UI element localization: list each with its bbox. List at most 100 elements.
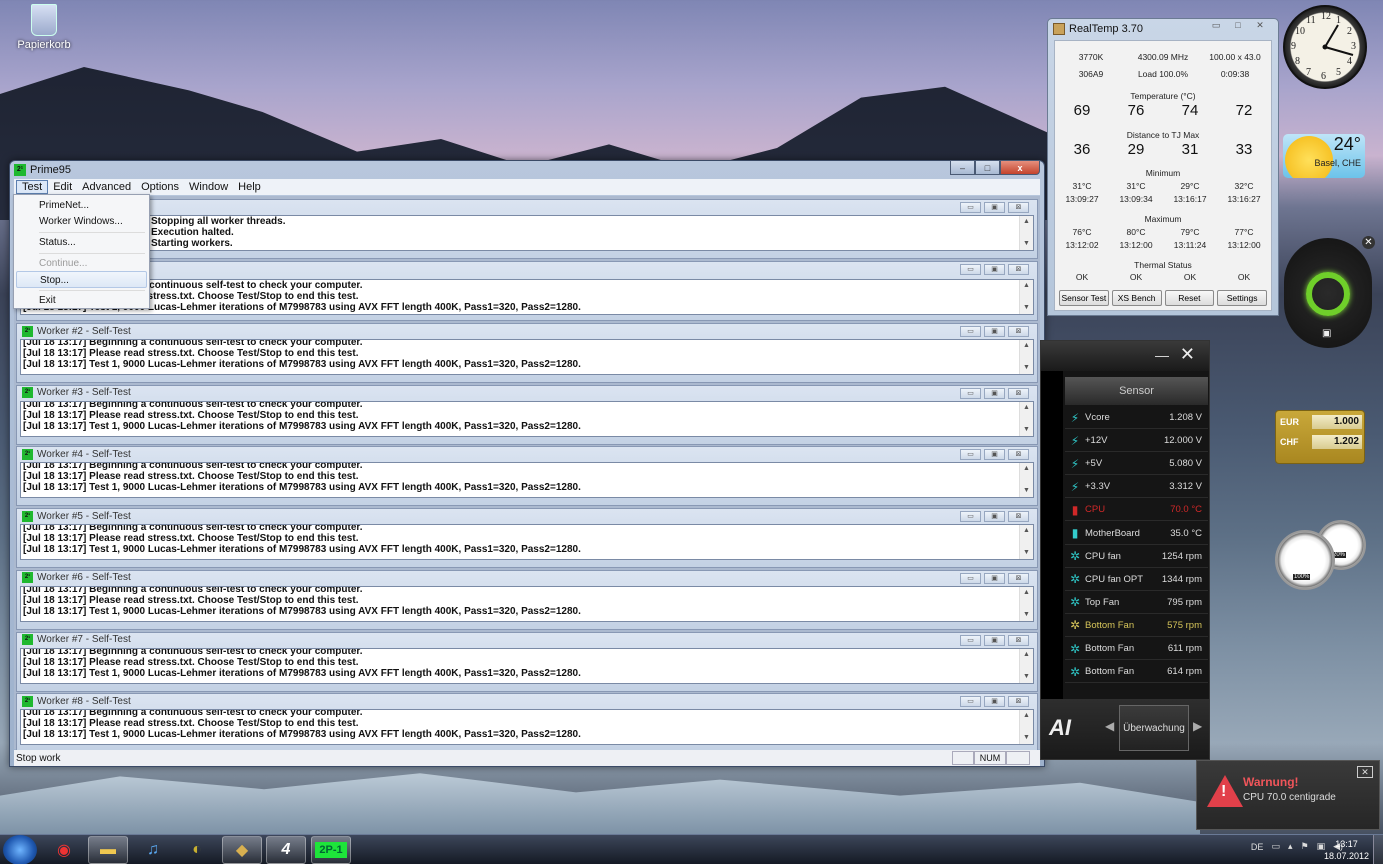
sensor-row[interactable]: ✲ CPU fan 1254 rpm — [1065, 546, 1208, 568]
menu-window[interactable]: Window — [184, 181, 233, 193]
taskbar-realtemp[interactable]: ◆ — [222, 836, 262, 864]
child-restore-button[interactable]: ▣ — [984, 696, 1005, 708]
minimize-button[interactable]: – — [950, 160, 975, 175]
prime95-titlebar[interactable]: 2¹ Prime95 — [10, 161, 1044, 178]
recycle-bin-desktop-icon[interactable]: Papierkorb — [16, 4, 72, 51]
sensor-row[interactable]: ✲ Bottom Fan 614 rpm — [1065, 661, 1208, 684]
scrollbar[interactable]: ▲ ▼ — [1019, 280, 1033, 314]
main-log-titlebar[interactable] — [17, 200, 1037, 214]
scrollbar[interactable]: ▲ ▼ — [1019, 340, 1033, 374]
worker-log[interactable]: [Jul 18 13:17] Beginning a continuous se… — [20, 524, 1034, 561]
sensor-row[interactable]: ▮ CPU 70.0 °C — [1065, 499, 1208, 522]
scrollbar[interactable]: ▲ ▼ — [1019, 401, 1033, 436]
child-restore-button[interactable]: ▣ — [984, 202, 1005, 213]
worker-log[interactable]: [Jul 18 13:17] Beginning a continuous se… — [20, 647, 1034, 684]
sensor-row[interactable]: ⚡ Vcore 1.208 V — [1065, 407, 1208, 429]
worker-titlebar[interactable]: 2¹ Worker #5 - Self-Test — [17, 509, 1037, 523]
child-restore-button[interactable]: ▣ — [984, 387, 1005, 399]
child-close-button[interactable]: ⊠ — [1008, 387, 1029, 399]
close-button[interactable]: ✕ — [1180, 344, 1195, 365]
child-restore-button[interactable]: ▣ — [984, 634, 1005, 646]
worker-log[interactable]: [Jul 18 13:17] Beginning a continuous se… — [20, 462, 1034, 499]
menu-item-primenet[interactable]: PrimeNet... — [16, 197, 147, 214]
nav-left-arrow-icon[interactable]: ◀ — [1105, 719, 1114, 733]
child-minimize-button[interactable]: ▭ — [960, 264, 981, 275]
close-button[interactable]: ✕ — [1250, 20, 1270, 34]
menu-edit[interactable]: Edit — [48, 181, 77, 193]
main-log[interactable]: Stopping all worker threads. Execution h… — [20, 215, 1034, 251]
child-close-button[interactable]: ⊠ — [1008, 511, 1029, 523]
keyboard-icon[interactable]: ▭ — [1271, 841, 1280, 852]
nav-right-arrow-icon[interactable]: ▶ — [1193, 719, 1202, 733]
maximize-button[interactable]: □ — [1228, 20, 1248, 34]
child-restore-button[interactable]: ▣ — [984, 449, 1005, 461]
warning-notification[interactable]: Warnung! CPU 70.0 centigrade ✕ — [1196, 760, 1380, 830]
child-restore-button[interactable]: ▣ — [984, 511, 1005, 523]
minimize-button[interactable]: ▭ — [1206, 20, 1226, 34]
ai-suite-titlebar[interactable]: — ✕ — [1041, 341, 1209, 371]
sensor-row[interactable]: ⚡ +5V 5.080 V — [1065, 453, 1208, 476]
child-minimize-button[interactable]: ▭ — [960, 634, 981, 646]
child-restore-button[interactable]: ▣ — [984, 264, 1005, 275]
taskbar-ai-suite[interactable]: 4 — [266, 836, 306, 864]
xs-bench-button[interactable]: XS Bench — [1111, 290, 1162, 306]
sensor-row[interactable]: ✲ Top Fan 795 rpm — [1065, 592, 1208, 614]
sensor-row[interactable]: ▮ MotherBoard 35.0 °C — [1065, 523, 1208, 545]
scrollbar[interactable]: ▲ ▼ — [1019, 648, 1033, 683]
menu-advanced[interactable]: Advanced — [77, 181, 136, 193]
close-button[interactable]: x — [1000, 160, 1040, 175]
scrollbar[interactable]: ▲ ▼ — [1019, 463, 1033, 498]
worker-titlebar[interactable]: 2¹ Worker #8 - Self-Test — [17, 694, 1037, 708]
menu-item-status[interactable]: Status... — [16, 234, 147, 251]
cpu-meter-gadget[interactable]: 100% — [1275, 530, 1335, 590]
child-minimize-button[interactable]: ▭ — [960, 202, 981, 213]
child-close-button[interactable]: ⊠ — [1008, 634, 1029, 646]
start-button[interactable] — [3, 835, 37, 864]
worker-log[interactable]: [Jul 18 13:17] Beginning a continuous se… — [20, 339, 1034, 375]
tray-expand-icon[interactable]: ▴ — [1288, 841, 1293, 852]
currency-gadget[interactable]: EUR 1.000 CHF 1.202 — [1275, 410, 1365, 464]
scrollbar[interactable]: ▲ ▼ — [1019, 525, 1033, 560]
sensor-row[interactable]: ⚡ +3.3V 3.312 V — [1065, 476, 1208, 499]
action-center-flag-icon[interactable]: ⚑ — [1300, 841, 1308, 852]
reset-button[interactable]: Reset — [1164, 290, 1215, 306]
worker-titlebar[interactable] — [17, 262, 1037, 276]
child-close-button[interactable]: ⊠ — [1008, 264, 1029, 275]
worker-titlebar[interactable]: 2¹ Worker #4 - Self-Test — [17, 447, 1037, 461]
child-minimize-button[interactable]: ▭ — [960, 326, 981, 337]
child-minimize-button[interactable]: ▭ — [960, 696, 981, 708]
taskbar-prime95[interactable]: 2P-1 — [311, 836, 351, 864]
child-close-button[interactable]: ⊠ — [1008, 202, 1029, 213]
sensor-test-button[interactable]: Sensor Test — [1059, 290, 1109, 306]
child-restore-button[interactable]: ▣ — [984, 326, 1005, 337]
menu-item-stop[interactable]: Stop... — [16, 271, 147, 288]
taskbar-clock[interactable]: 13:17 18.07.2012 — [1324, 838, 1369, 862]
taskbar-globe-app[interactable]: ◐ — [177, 836, 217, 864]
show-desktop-button[interactable] — [1373, 835, 1383, 864]
scrollbar[interactable]: ▲ ▼ — [1019, 710, 1033, 745]
menu-help[interactable]: Help — [233, 181, 266, 193]
sensor-row[interactable]: ✲ Bottom Fan 575 rpm — [1065, 615, 1208, 637]
weather-gadget[interactable]: 24° Basel, CHE — [1283, 134, 1365, 178]
child-minimize-button[interactable]: ▭ — [960, 511, 981, 523]
sensor-row[interactable]: ⚡ +12V 12.000 V — [1065, 430, 1208, 453]
worker-log[interactable]: [Jul 18 13:17] Beginning a continuous se… — [20, 709, 1034, 746]
child-minimize-button[interactable]: ▭ — [960, 449, 981, 461]
worker-log[interactable]: [Jul 18 13:17] Beginning a continuous se… — [20, 279, 1034, 315]
worker-titlebar[interactable]: 2¹ Worker #2 - Self-Test — [17, 324, 1037, 338]
child-close-button[interactable]: ⊠ — [1008, 572, 1029, 584]
settings-button[interactable]: Settings — [1217, 290, 1267, 306]
child-close-button[interactable]: ⊠ — [1008, 696, 1029, 708]
worker-log[interactable]: [Jul 18 13:17] Beginning a continuous se… — [20, 585, 1034, 622]
currency-value[interactable]: 1.202 — [1312, 435, 1362, 449]
language-indicator[interactable]: DE — [1251, 842, 1264, 852]
child-minimize-button[interactable]: ▭ — [960, 387, 981, 399]
gamepad-gadget[interactable]: ▣ — [1284, 238, 1372, 348]
currency-code[interactable]: EUR — [1280, 417, 1299, 427]
minimize-button[interactable]: — — [1155, 347, 1169, 363]
scrollbar[interactable]: ▲ ▼ — [1019, 586, 1033, 621]
child-minimize-button[interactable]: ▭ — [960, 572, 981, 584]
close-icon[interactable]: ✕ — [1357, 766, 1373, 778]
sensor-row[interactable]: ✲ Bottom Fan 611 rpm — [1065, 638, 1208, 660]
menu-test[interactable]: Test — [16, 180, 49, 194]
